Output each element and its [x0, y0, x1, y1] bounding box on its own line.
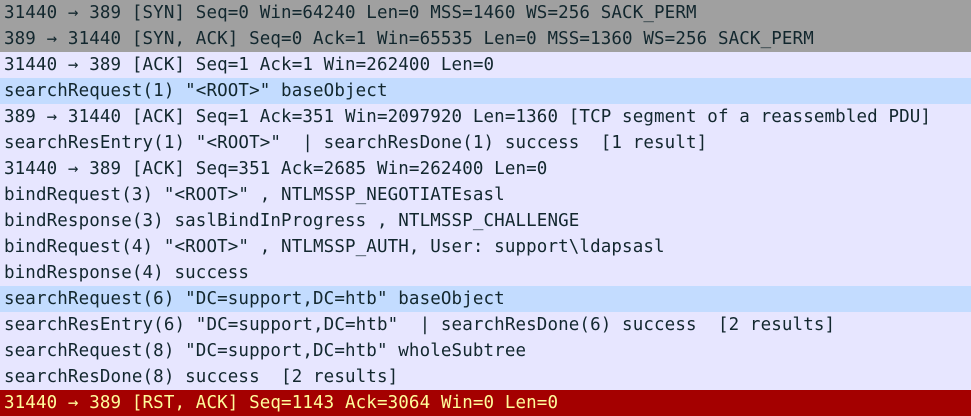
packet-row-bind-request-auth[interactable]: bindRequest(4) "<ROOT>" , NTLMSSP_AUTH, … — [0, 234, 971, 260]
packet-row-search-res-entry-dc[interactable]: searchResEntry(6) "DC=support,DC=htb" | … — [0, 312, 971, 338]
packet-row-syn-ack[interactable]: 389 → 31440 [SYN, ACK] Seq=0 Ack=1 Win=6… — [0, 26, 971, 52]
packet-row-ack[interactable]: 31440 → 389 [ACK] Seq=1 Ack=1 Win=262400… — [0, 52, 971, 78]
packet-row-syn[interactable]: 31440 → 389 [SYN] Seq=0 Win=64240 Len=0 … — [0, 0, 971, 26]
packet-row-bind-response-challenge[interactable]: bindResponse(3) saslBindInProgress , NTL… — [0, 208, 971, 234]
packet-row-rst-ack[interactable]: 31440 → 389 [RST, ACK] Seq=1143 Ack=3064… — [0, 390, 971, 416]
packet-row-search-res-done[interactable]: searchResDone(8) success [2 results] — [0, 364, 971, 390]
packet-row-search-request-dc[interactable]: searchRequest(6) "DC=support,DC=htb" bas… — [0, 286, 971, 312]
packet-row-tcp-segment[interactable]: 389 → 31440 [ACK] Seq=1 Ack=351 Win=2097… — [0, 104, 971, 130]
packet-row-ack-2[interactable]: 31440 → 389 [ACK] Seq=351 Ack=2685 Win=2… — [0, 156, 971, 182]
packet-row-search-request-subtree[interactable]: searchRequest(8) "DC=support,DC=htb" who… — [0, 338, 971, 364]
packet-row-search-request-root[interactable]: searchRequest(1) "<ROOT>" baseObject — [0, 78, 971, 104]
packet-row-bind-request-negotiate[interactable]: bindRequest(3) "<ROOT>" , NTLMSSP_NEGOTI… — [0, 182, 971, 208]
packet-row-search-res-entry-root[interactable]: searchResEntry(1) "<ROOT>" | searchResDo… — [0, 130, 971, 156]
packet-list: 31440 → 389 [SYN] Seq=0 Win=64240 Len=0 … — [0, 0, 971, 416]
packet-row-bind-response-success[interactable]: bindResponse(4) success — [0, 260, 971, 286]
